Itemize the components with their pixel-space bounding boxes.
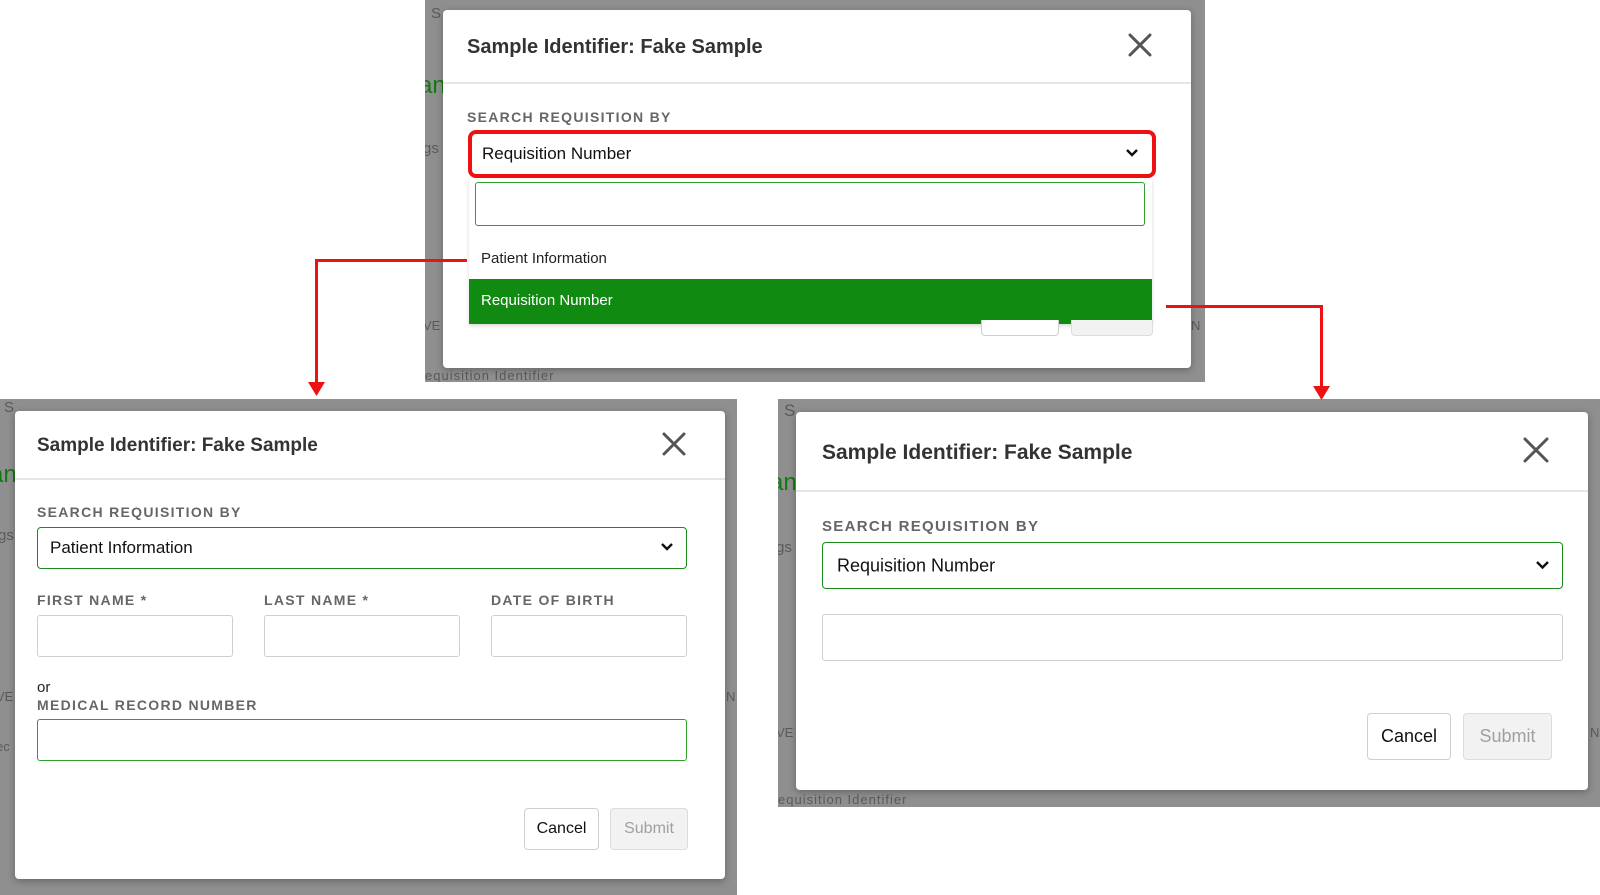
search-by-select[interactable]: Requisition Number [822,542,1563,589]
modal-header: Sample Identifier: Fake Sample [15,411,725,480]
medical-record-number-label: MEDICAL RECORD NUMBER [37,697,258,713]
option-patient-information[interactable]: Patient Information [469,238,1152,280]
close-icon[interactable] [661,431,687,462]
bg-text: S [431,5,442,22]
right-screenshot: S an gs VE N equisition Identifier Sampl… [778,399,1600,807]
date-of-birth-label: DATE OF BIRTH [491,592,615,608]
submit-button[interactable]: Submit [610,808,688,850]
last-name-input[interactable] [264,615,460,657]
bg-text: gs [425,140,439,157]
chevron-down-icon [1535,557,1550,575]
modal-header: Sample Identifier: Fake Sample [796,412,1588,492]
search-by-select[interactable]: Requisition Number [474,135,1149,173]
arrow-to-patient-information [315,259,467,262]
cancel-button[interactable]: Cancel [1367,713,1451,760]
last-name-label: LAST NAME * [264,592,370,608]
select-value: Patient Information [50,538,193,557]
sample-identifier-modal: Sample Identifier: Fake Sample SEARCH RE… [796,412,1588,790]
or-text: or [37,679,51,696]
sample-identifier-modal: Sample Identifier: Fake Sample SEARCH RE… [15,411,725,879]
left-screenshot: S an gs VE N ec Sample Identifier: Fake … [0,399,737,895]
close-icon[interactable] [1522,436,1550,469]
submit-button[interactable] [1071,320,1153,336]
chevron-down-icon [1125,145,1139,163]
search-by-select[interactable]: Patient Information [37,527,687,569]
option-requisition-number[interactable]: Requisition Number [469,279,1152,324]
bg-text: N [1191,318,1201,333]
top-screenshot: S an gs VE N equisition Identifier Sampl… [425,0,1205,382]
bg-text: an [778,469,797,496]
bg-text: N [726,689,736,704]
cancel-button[interactable] [981,320,1059,336]
bg-text: VE [425,318,441,333]
submit-button[interactable]: Submit [1463,713,1552,760]
bg-text: ec [0,739,10,754]
bg-text: gs [778,539,792,556]
select-value: Requisition Number [482,144,632,163]
chevron-down-icon [660,539,674,557]
bg-text: equisition Identifier [778,792,908,807]
date-of-birth-input[interactable] [491,615,687,657]
search-requisition-label: SEARCH REQUISITION BY [822,518,1040,535]
search-requisition-label: SEARCH REQUISITION BY [37,504,242,520]
modal-title: Sample Identifier: Fake Sample [37,435,318,456]
option-label: Requisition Number [481,292,613,309]
bg-text: VE [0,689,14,704]
arrow-line [315,259,318,382]
first-name-input[interactable] [37,615,233,657]
bg-text: N [1590,725,1600,740]
select-value: Requisition Number [837,555,996,575]
close-icon[interactable] [1127,32,1153,63]
arrow-line [1320,305,1323,387]
requisition-number-input[interactable] [822,614,1563,661]
modal-header: Sample Identifier: Fake Sample [443,10,1191,84]
arrow-to-requisition-number [1166,305,1323,308]
bg-text: equisition Identifier [425,368,555,382]
bg-text: S [4,399,15,416]
first-name-label: FIRST NAME * [37,592,148,608]
modal-title: Sample Identifier: Fake Sample [467,36,763,58]
select-dropdown: Patient Information Requisition Number [469,178,1152,324]
dropdown-search-input[interactable] [475,182,1145,226]
bg-text: VE [778,725,794,740]
search-requisition-label: SEARCH REQUISITION BY [467,109,672,125]
arrowhead-icon [1313,386,1330,400]
bg-text: S [784,401,796,420]
arrowhead-icon [308,382,325,396]
medical-record-number-input[interactable] [37,719,687,761]
modal-title: Sample Identifier: Fake Sample [822,441,1133,464]
cancel-button[interactable]: Cancel [524,808,599,850]
bg-text: gs [0,527,14,544]
option-label: Patient Information [481,250,607,267]
sample-identifier-modal: Sample Identifier: Fake Sample SEARCH RE… [443,10,1191,368]
